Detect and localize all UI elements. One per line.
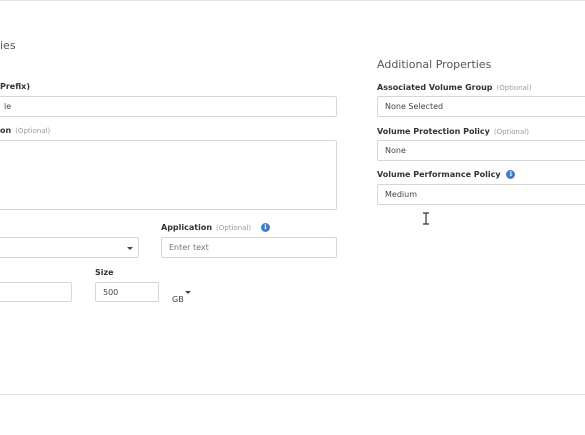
left-section-heading: ies bbox=[0, 39, 16, 52]
size-input-value: 500 bbox=[103, 287, 119, 297]
info-icon[interactable]: i bbox=[260, 223, 270, 232]
performance-policy-label: Volume Performance Policy i bbox=[377, 170, 516, 179]
description-optional: (Optional) bbox=[15, 127, 51, 135]
application-label-text: Application bbox=[161, 223, 213, 232]
volume-group-value: None Selected bbox=[385, 102, 444, 111]
protection-policy-label-text: Volume Protection Policy bbox=[377, 127, 490, 136]
top-divider bbox=[0, 0, 585, 1]
performance-policy-value: Medium bbox=[385, 190, 417, 199]
performance-policy-select[interactable]: Medium bbox=[377, 184, 585, 205]
protection-policy-select[interactable]: None bbox=[377, 140, 585, 161]
protection-policy-value: None bbox=[385, 146, 406, 155]
protection-policy-optional: (Optional) bbox=[493, 128, 529, 136]
type-select[interactable] bbox=[0, 237, 139, 258]
size-label-text: Size bbox=[95, 268, 114, 277]
performance-policy-label-text: Volume Performance Policy bbox=[377, 170, 501, 179]
volume-group-optional: (Optional) bbox=[496, 84, 532, 92]
size-unit-dropdown[interactable]: GB bbox=[172, 287, 194, 304]
info-icon[interactable]: i bbox=[506, 170, 516, 179]
name-label-text: Prefix) bbox=[0, 82, 30, 91]
protection-policy-label: Volume Protection Policy (Optional) bbox=[377, 127, 529, 136]
bottom-divider bbox=[0, 394, 585, 395]
name-input-value: le bbox=[4, 102, 12, 111]
description-label: on (Optional) bbox=[0, 126, 50, 135]
additional-properties-heading: Additional Properties bbox=[377, 58, 492, 71]
text-cursor-icon bbox=[423, 212, 429, 225]
count-input[interactable] bbox=[0, 282, 72, 302]
description-label-text: on bbox=[0, 126, 12, 135]
name-label: Prefix) bbox=[0, 82, 30, 91]
size-label: Size bbox=[95, 268, 114, 277]
application-optional: (Optional) bbox=[216, 224, 252, 232]
description-textarea[interactable] bbox=[0, 140, 337, 210]
name-input[interactable]: le bbox=[0, 96, 337, 117]
volume-group-select[interactable]: None Selected bbox=[377, 96, 585, 117]
application-label: Application (Optional) i bbox=[161, 223, 270, 232]
size-unit-label: GB bbox=[172, 295, 184, 304]
size-input[interactable]: 500 bbox=[95, 282, 159, 302]
volume-group-label-text: Associated Volume Group bbox=[377, 83, 493, 92]
volume-group-label: Associated Volume Group (Optional) bbox=[377, 83, 532, 92]
application-input[interactable] bbox=[161, 237, 337, 258]
caret-down-icon bbox=[185, 291, 191, 294]
caret-down-icon bbox=[127, 247, 133, 250]
